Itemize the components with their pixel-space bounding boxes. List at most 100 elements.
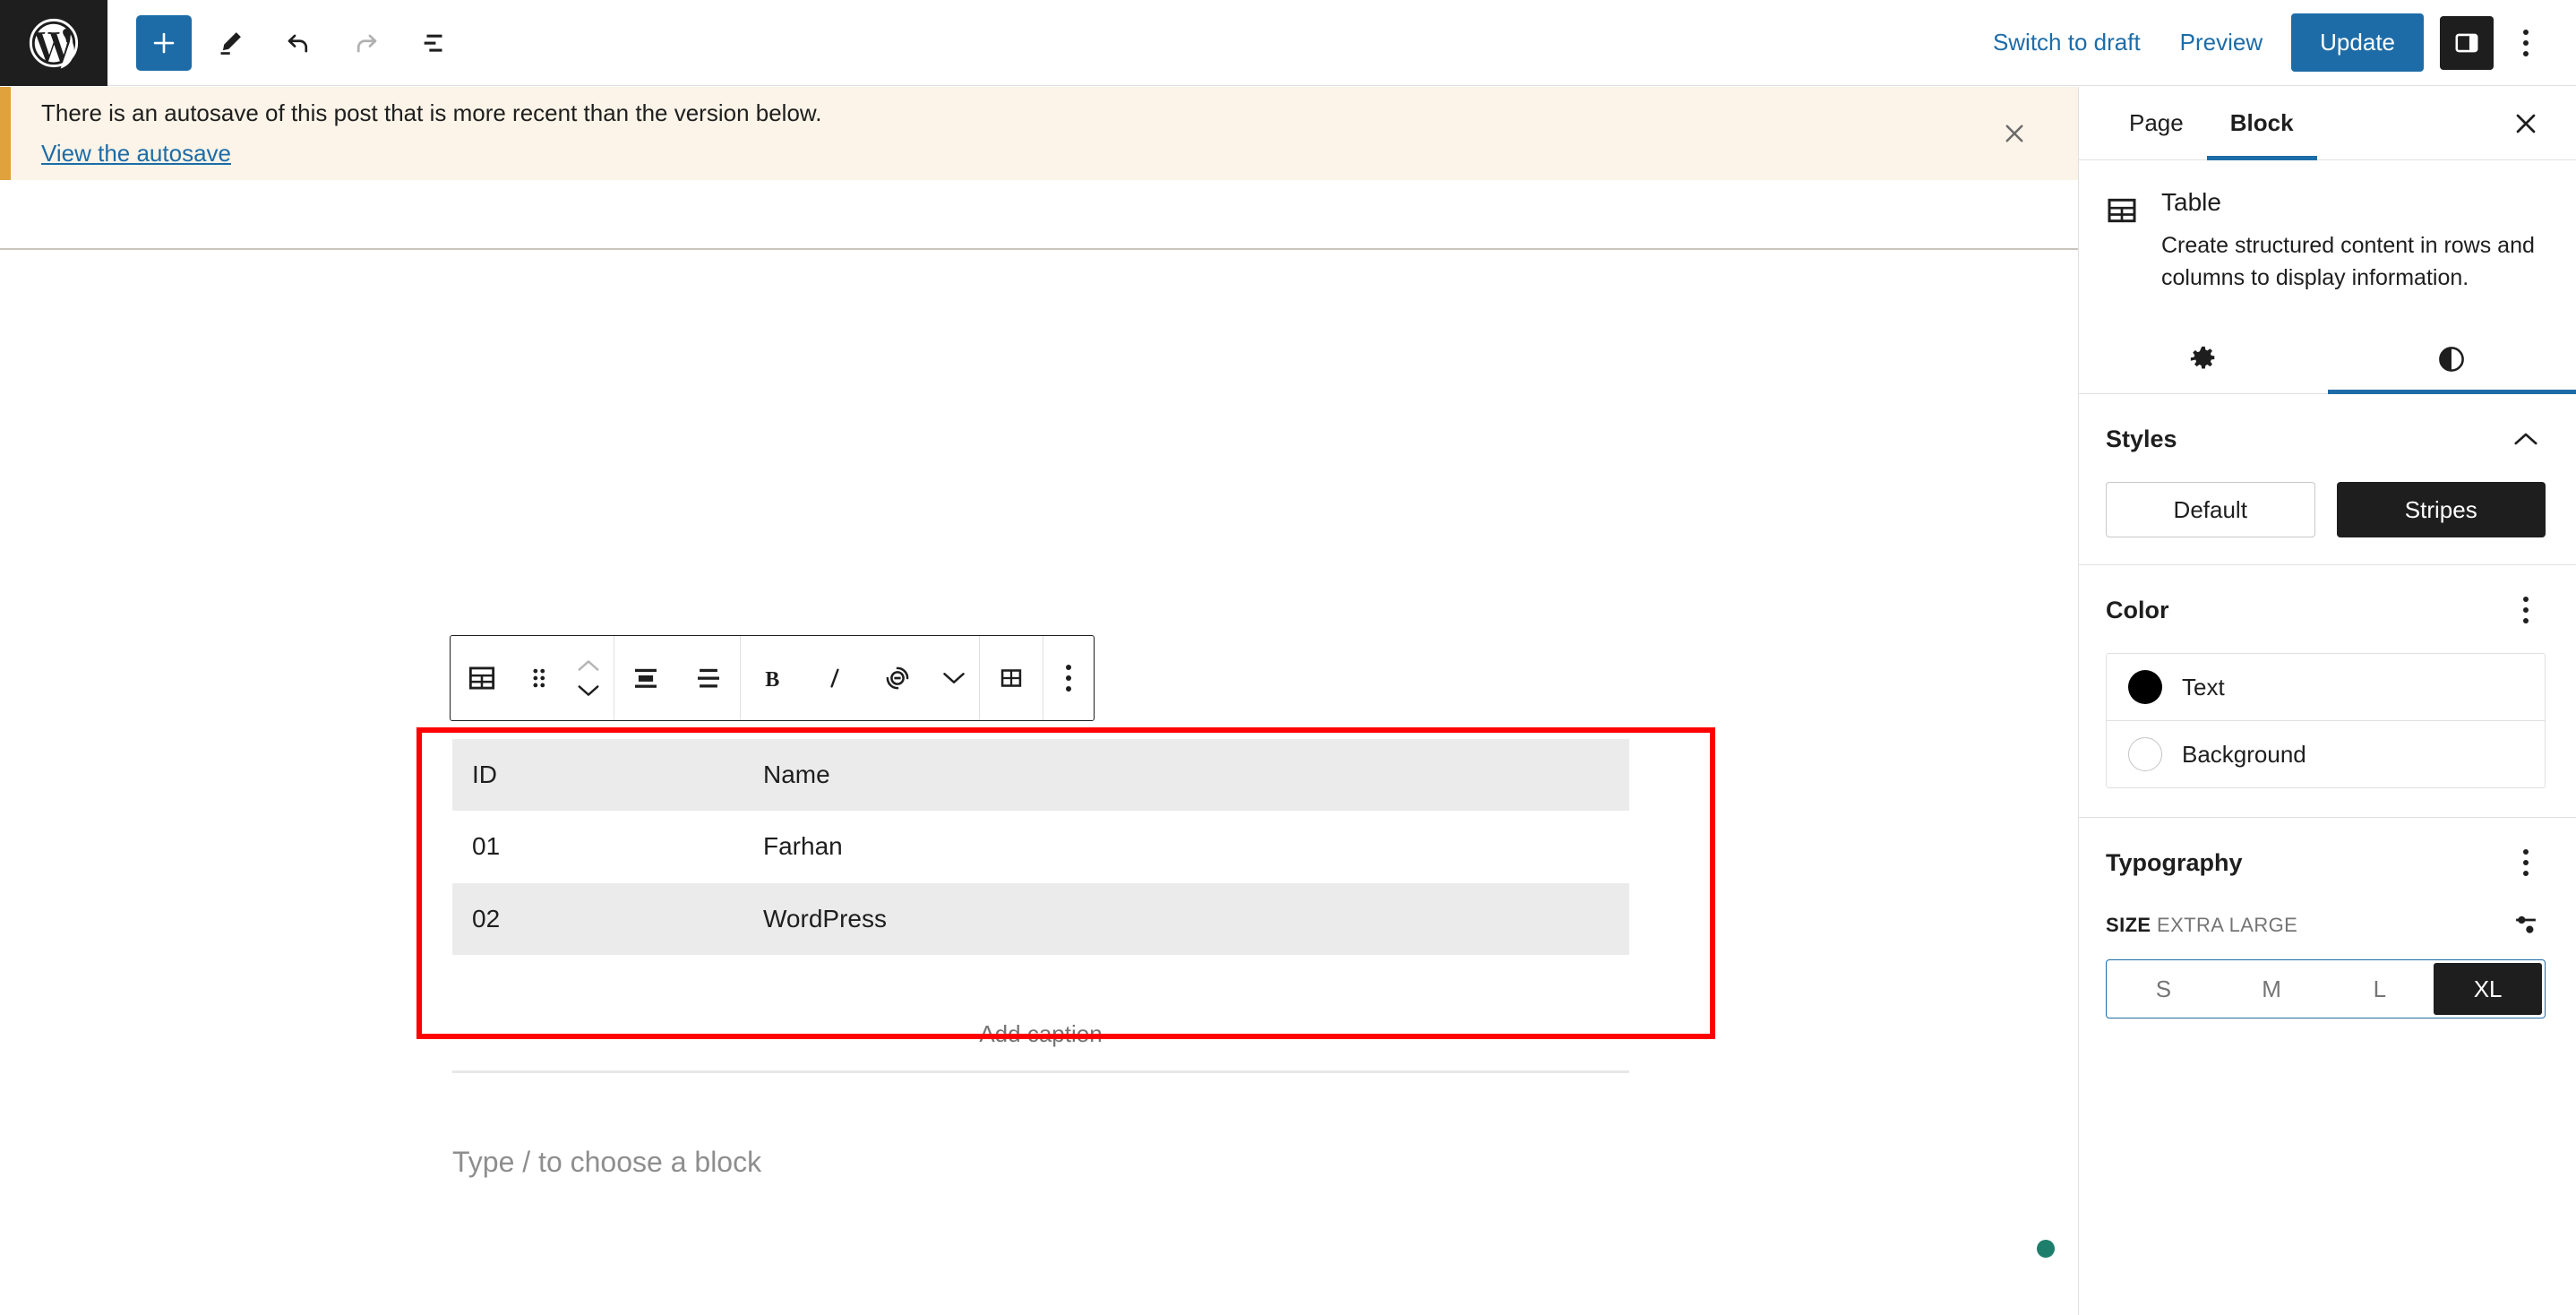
color-items: Text Background	[2106, 653, 2546, 789]
block-title: Table	[2161, 188, 2221, 216]
table-cell-name[interactable]: Name	[743, 739, 1629, 812]
italic-button[interactable]	[803, 636, 866, 720]
color-options-button[interactable]	[2506, 590, 2546, 630]
block-toolbar: B	[450, 635, 1095, 721]
close-sidebar-button[interactable]	[2501, 99, 2551, 149]
style-options: Default Stripes	[2106, 482, 2546, 564]
background-color-swatch	[2128, 737, 2162, 772]
color-item-text[interactable]: Text	[2107, 654, 2545, 722]
font-size-label: SIZE EXTRA LARGE	[2106, 914, 2297, 937]
table-row[interactable]: ID Name	[452, 739, 1629, 812]
table-cell-name[interactable]: Farhan	[743, 811, 1629, 882]
block-toolbar-group-table	[980, 636, 1043, 720]
kebab-menu-icon	[1066, 665, 1071, 692]
font-size-l-button[interactable]: L	[2326, 963, 2434, 1015]
font-size-xl-button[interactable]: XL	[2434, 963, 2542, 1016]
redo-button[interactable]	[337, 13, 396, 73]
wordpress-logo-icon[interactable]	[0, 0, 107, 86]
tools-button[interactable]	[201, 13, 260, 73]
content-table[interactable]: ID Name 01 Farhan 02 WordPress	[452, 739, 1629, 956]
sidebar-tabs: Page Block	[2079, 87, 2576, 160]
block-toolbar-group-options	[1043, 636, 1094, 720]
table-icon	[468, 666, 495, 690]
table-row[interactable]: 02 WordPress	[452, 882, 1629, 956]
chevron-down-icon	[943, 673, 965, 683]
styles-title: Styles	[2106, 425, 2177, 452]
table-block[interactable]: ID Name 01 Farhan 02 WordPress	[452, 739, 1629, 956]
font-size-s-button[interactable]: S	[2109, 963, 2218, 1015]
text-align-button[interactable]	[677, 636, 740, 720]
block-info-card: Table Create structured content in rows …	[2079, 160, 2576, 294]
update-button[interactable]: Update	[2291, 13, 2424, 72]
styles-tab[interactable]	[2328, 324, 2576, 394]
settings-sidebar: Page Block Table Create structured conte…	[2078, 87, 2576, 1315]
align-button[interactable]	[614, 636, 677, 720]
caption-divider	[452, 1070, 1629, 1073]
text-color-swatch	[2128, 670, 2162, 705]
styles-section-header: Styles	[2106, 419, 2546, 459]
tab-block[interactable]: Block	[2207, 87, 2317, 160]
contrast-half-circle-icon	[2439, 347, 2465, 373]
block-toolbar-group-format: B	[741, 636, 980, 720]
table-cell-id[interactable]: 01	[452, 811, 743, 882]
color-section: Color Text Background	[2079, 565, 2576, 819]
block-description: Create structured content in rows and co…	[2161, 232, 2535, 291]
switch-to-draft-button[interactable]: Switch to draft	[1973, 16, 2160, 69]
block-options-button[interactable]	[1043, 636, 1094, 720]
custom-font-size-button[interactable]	[2506, 906, 2546, 945]
block-toolbar-group-align	[614, 636, 741, 720]
settings-tab[interactable]	[2079, 324, 2328, 394]
color-item-background[interactable]: Background	[2107, 721, 2545, 787]
edit-table-button[interactable]	[980, 636, 1043, 720]
topbar-left-tools	[107, 13, 464, 73]
font-size-m-button[interactable]: M	[2218, 963, 2326, 1015]
undo-button[interactable]	[269, 13, 328, 73]
style-option-default[interactable]: Default	[2106, 482, 2315, 538]
kebab-menu-icon	[2523, 849, 2529, 877]
settings-sidebar-toggle-button[interactable]	[2440, 15, 2494, 70]
kebab-menu-icon	[2523, 597, 2529, 624]
topbar-right-actions: Switch to draft Preview Update	[1973, 13, 2576, 72]
block-type-table-button[interactable]	[451, 636, 513, 720]
table-cell-name[interactable]: WordPress	[743, 882, 1629, 956]
link-button[interactable]	[866, 636, 929, 720]
table-caption-placeholder[interactable]: Add caption	[452, 1020, 1629, 1048]
kebab-menu-icon	[2523, 29, 2529, 56]
table-grid-icon	[1000, 669, 1022, 687]
autosave-notice-body: There is an autosave of this post that i…	[41, 99, 821, 168]
style-option-stripes[interactable]: Stripes	[2336, 482, 2546, 538]
close-icon	[2516, 114, 2536, 133]
italic-icon	[830, 668, 839, 688]
drag-handle-button[interactable]	[513, 636, 563, 720]
block-info-text: Table Create structured content in rows …	[2161, 188, 2540, 294]
editor-options-button[interactable]	[2501, 15, 2551, 71]
table-cell-id[interactable]: ID	[452, 739, 743, 812]
wordpress-block-editor: Switch to draft Preview Update There is …	[0, 0, 2576, 1315]
typography-options-button[interactable]	[2506, 843, 2546, 882]
font-size-segmented-control[interactable]: S M L XL	[2106, 959, 2546, 1019]
size-value-text: EXTRA LARGE	[2157, 914, 2298, 937]
drag-dots-icon	[533, 668, 545, 688]
styles-collapse-button[interactable]	[2506, 419, 2546, 459]
editor-top-bar: Switch to draft Preview Update	[0, 0, 2576, 86]
dismiss-notice-button[interactable]	[1990, 109, 2039, 158]
add-block-button[interactable]	[136, 14, 192, 71]
view-autosave-link[interactable]: View the autosave	[41, 140, 821, 168]
tab-page[interactable]: Page	[2106, 87, 2207, 160]
table-icon	[2104, 189, 2140, 294]
chevron-up-down-icon	[576, 658, 601, 698]
editor-canvas[interactable]: B ID Name 01 Farhan 02 WordPress Add cap…	[0, 250, 2078, 1315]
preview-button[interactable]: Preview	[2160, 16, 2282, 69]
color-section-header: Color	[2106, 590, 2546, 630]
table-row[interactable]: 01 Farhan	[452, 811, 1629, 882]
bold-icon: B	[765, 668, 779, 692]
more-rich-text-button[interactable]	[929, 636, 979, 720]
typography-section-header: Typography	[2106, 843, 2546, 882]
bold-button[interactable]: B	[741, 636, 803, 720]
move-up-down-button[interactable]	[563, 636, 614, 720]
size-label-text: SIZE	[2106, 914, 2151, 937]
link-icon	[886, 666, 909, 690]
document-overview-button[interactable]	[405, 13, 464, 73]
empty-paragraph-placeholder[interactable]: Type / to choose a block	[452, 1146, 761, 1179]
table-cell-id[interactable]: 02	[452, 882, 743, 956]
